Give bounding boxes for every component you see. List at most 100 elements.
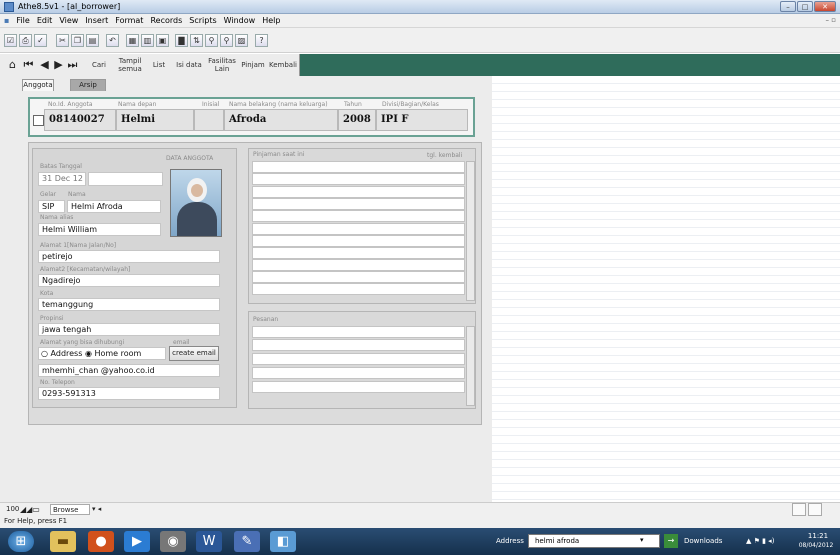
mdi-controls[interactable]: – ▫ bbox=[826, 16, 836, 24]
inisial-field[interactable] bbox=[194, 109, 224, 131]
start-button[interactable]: ⊞ bbox=[8, 531, 34, 552]
loan-row[interactable] bbox=[252, 271, 465, 283]
list-button[interactable]: List bbox=[150, 57, 168, 73]
loan-row[interactable] bbox=[252, 223, 465, 235]
kota-field[interactable]: temanggung bbox=[38, 298, 220, 311]
menu-file[interactable]: File bbox=[16, 16, 29, 25]
batas-tanggal-extra-field[interactable] bbox=[88, 172, 163, 186]
loan-row[interactable] bbox=[252, 235, 465, 247]
fasilitas-lain-button[interactable]: Fasilitas Lain bbox=[208, 57, 236, 73]
loan-row[interactable] bbox=[252, 247, 465, 259]
explorer-icon[interactable]: ▬ bbox=[50, 531, 76, 552]
mode-dropdown-icon[interactable]: ▾ ◂ bbox=[92, 505, 101, 513]
radio-address[interactable]: ○ bbox=[41, 349, 51, 358]
media-icon[interactable]: ▶ bbox=[124, 531, 150, 552]
omit-icon[interactable]: ▨ bbox=[235, 34, 248, 47]
nama-field[interactable]: Helmi Afroda bbox=[67, 200, 161, 213]
firefox-icon[interactable]: ● bbox=[88, 531, 114, 552]
first-record-icon[interactable]: ⏮ bbox=[22, 58, 35, 72]
messages-scrollbar[interactable] bbox=[466, 326, 475, 406]
menu-records[interactable]: Records bbox=[150, 16, 182, 25]
loan-row[interactable] bbox=[252, 161, 465, 173]
loans-scrollbar[interactable] bbox=[466, 161, 475, 301]
propinsi-field[interactable]: jawa tengah bbox=[38, 323, 220, 336]
loan-row[interactable] bbox=[252, 259, 465, 271]
chrome-icon[interactable]: ◉ bbox=[160, 531, 186, 552]
message-row[interactable] bbox=[252, 326, 465, 338]
menu-view[interactable]: View bbox=[59, 16, 78, 25]
alamat2-field[interactable]: Ngadirejo bbox=[38, 274, 220, 287]
tab-arsip[interactable]: Arsip bbox=[70, 79, 106, 91]
create-email-button[interactable]: create email bbox=[169, 346, 219, 361]
spellcheck-icon[interactable]: ✓ bbox=[34, 34, 47, 47]
print-icon[interactable]: ⎙ bbox=[19, 34, 32, 47]
minimize-icon[interactable]: – bbox=[780, 1, 796, 12]
pinjam-button[interactable]: Pinjam bbox=[240, 57, 266, 73]
mode-select[interactable]: Browse bbox=[50, 504, 90, 515]
loan-row[interactable] bbox=[252, 173, 465, 185]
kota-label: Kota bbox=[40, 290, 54, 297]
menu-scripts[interactable]: Scripts bbox=[189, 16, 216, 25]
isi-data-button[interactable]: Isi data bbox=[174, 57, 204, 73]
loan-row[interactable] bbox=[252, 283, 465, 295]
menu-window[interactable]: Window bbox=[224, 16, 256, 25]
home-icon[interactable]: ⌂ bbox=[6, 58, 19, 72]
chart-icon[interactable]: ▇ bbox=[175, 34, 188, 47]
zoom-level[interactable]: 100 bbox=[6, 505, 19, 513]
nama-alias-field[interactable]: Helmi William bbox=[38, 223, 161, 236]
kembali-button[interactable]: Kembali bbox=[268, 57, 298, 73]
next-record-icon[interactable]: ▶ bbox=[52, 58, 65, 72]
new-record-icon[interactable]: ☑ bbox=[4, 34, 17, 47]
select-checkbox[interactable] bbox=[33, 115, 44, 126]
sort-icon[interactable]: ⇅ bbox=[190, 34, 203, 47]
paint-icon[interactable]: ✎ bbox=[234, 531, 260, 552]
loan-row[interactable] bbox=[252, 198, 465, 210]
tab-anggota[interactable]: Anggota bbox=[22, 79, 54, 91]
downloads-label[interactable]: Downloads bbox=[684, 537, 722, 545]
nama-belakang-field[interactable]: Afroda bbox=[224, 109, 338, 131]
last-record-icon[interactable]: ⏭ bbox=[66, 58, 79, 72]
prev-record-icon[interactable]: ◀ bbox=[38, 58, 51, 72]
cari-button[interactable]: Cari bbox=[88, 57, 110, 73]
word-icon[interactable]: W bbox=[196, 531, 222, 552]
nama-depan-field[interactable]: Helmi bbox=[116, 109, 194, 131]
close-icon[interactable]: ✕ bbox=[814, 1, 836, 12]
browse-mode-icon[interactable]: ▦ bbox=[126, 34, 139, 47]
replace-icon[interactable]: ⚲ bbox=[220, 34, 233, 47]
divisi-label: Divisi/Bagian/Kelas bbox=[382, 101, 439, 108]
menu-insert[interactable]: Insert bbox=[85, 16, 108, 25]
message-row[interactable] bbox=[252, 353, 465, 365]
loan-row[interactable] bbox=[252, 210, 465, 222]
batas-tanggal-field[interactable]: 31 Dec 12 bbox=[38, 172, 86, 186]
menu-format[interactable]: Format bbox=[115, 16, 143, 25]
undo-icon[interactable]: ↶ bbox=[106, 34, 119, 47]
message-row[interactable] bbox=[252, 381, 465, 393]
gelar-field[interactable]: SIP bbox=[38, 200, 65, 213]
zoom-icon[interactable]: ◢◢▭ bbox=[20, 505, 40, 514]
tampil-semua-button[interactable]: Tampil semua bbox=[116, 57, 144, 73]
go-icon[interactable]: → bbox=[664, 534, 678, 548]
cut-icon[interactable]: ✂ bbox=[56, 34, 69, 47]
message-row[interactable] bbox=[252, 339, 465, 351]
find-icon[interactable]: ⚲ bbox=[205, 34, 218, 47]
loan-row[interactable] bbox=[252, 186, 465, 198]
layout-mode-icon[interactable]: ▣ bbox=[156, 34, 169, 47]
no-id-field[interactable]: 08140027 bbox=[44, 109, 116, 131]
telepon-field[interactable]: 0293-591313 bbox=[38, 387, 220, 400]
tahun-field[interactable]: 2008 bbox=[338, 109, 376, 131]
tray-icons[interactable]: ▲ ⚑ ▮ ◂) bbox=[746, 537, 774, 545]
help-icon[interactable]: ? bbox=[255, 34, 268, 47]
message-row[interactable] bbox=[252, 367, 465, 379]
copy-icon[interactable]: ❐ bbox=[71, 34, 84, 47]
alamat1-field[interactable]: petirejo bbox=[38, 250, 220, 263]
nama-alias-label: Nama alias bbox=[40, 214, 74, 221]
menu-help[interactable]: Help bbox=[262, 16, 280, 25]
find-mode-icon[interactable]: ▥ bbox=[141, 34, 154, 47]
menu-edit[interactable]: Edit bbox=[37, 16, 53, 25]
filemaker-icon[interactable]: ◧ bbox=[270, 531, 296, 552]
maximize-icon[interactable]: □ bbox=[797, 1, 813, 12]
address-dropdown-icon[interactable]: ▾ bbox=[640, 536, 644, 544]
divisi-field[interactable]: IPI F bbox=[376, 109, 468, 131]
email-field[interactable]: mhemhi_chan @yahoo.co.id bbox=[38, 364, 220, 377]
paste-icon[interactable]: ▤ bbox=[86, 34, 99, 47]
